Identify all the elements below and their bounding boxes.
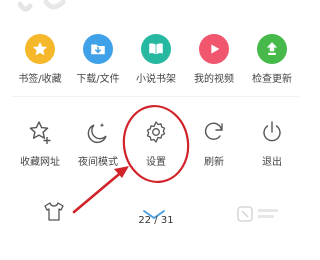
star-icon — [25, 34, 55, 64]
refresh-icon — [199, 117, 229, 147]
gear-icon — [141, 117, 171, 147]
star-plus-icon — [25, 117, 55, 147]
exit-label: 退出 — [262, 157, 282, 168]
bottom-bar: 22 / 31 — [0, 195, 311, 260]
book-icon — [141, 34, 171, 64]
top-bar — [0, 0, 311, 28]
divider — [12, 96, 299, 97]
check-update-label: 检查更新 — [252, 74, 292, 85]
menu-row-primary: 书签/收藏 下载/文件 小说书架 我的视频 检查更新 — [0, 34, 311, 104]
menu-row-secondary: 收藏网址 夜间模式 设置 刷新 退出 — [0, 117, 311, 187]
download-folder-icon — [83, 34, 113, 64]
play-icon — [199, 34, 229, 64]
update-arrow-icon — [257, 34, 287, 64]
watermark-logo — [214, 201, 284, 231]
top-partial-icons — [18, 0, 68, 18]
power-icon — [257, 117, 287, 147]
page-indicator: 22 / 31 — [138, 215, 174, 226]
shirt-icon[interactable] — [42, 200, 66, 224]
check-update-button[interactable]: 检查更新 — [237, 34, 307, 104]
moon-icon — [83, 117, 113, 147]
exit-button[interactable]: 退出 — [237, 117, 307, 187]
